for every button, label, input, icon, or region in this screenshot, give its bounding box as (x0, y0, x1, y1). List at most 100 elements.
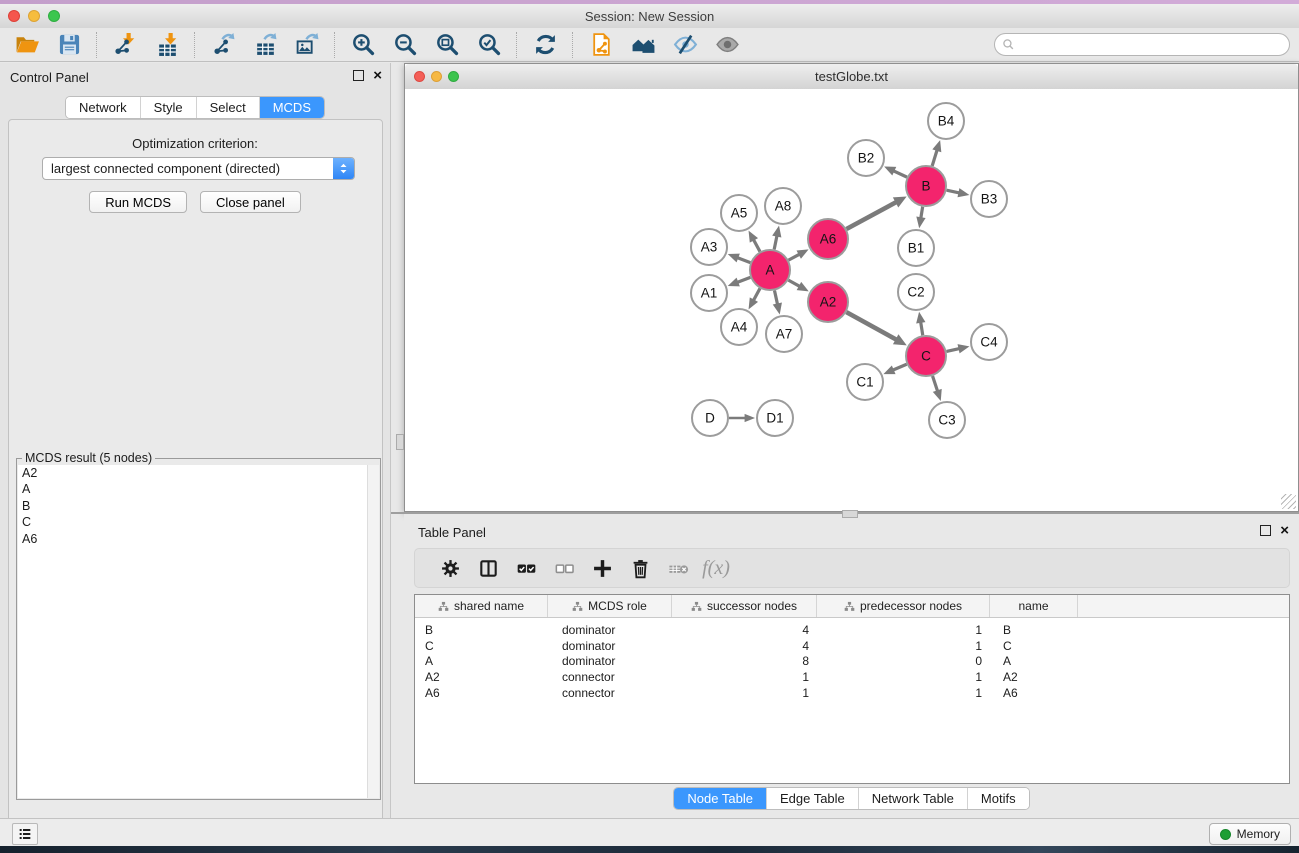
table-close-panel-icon[interactable]: × (1280, 525, 1289, 536)
graph-edge-A-A7[interactable] (773, 291, 782, 315)
table-row[interactable]: Adominator80A (415, 653, 1289, 669)
graph-edge-A-A4[interactable] (749, 288, 760, 309)
graph-node-C2[interactable]: C2 (898, 274, 934, 310)
search-box[interactable] (994, 33, 1290, 56)
refresh-button[interactable] (524, 30, 566, 60)
home-button[interactable] (622, 30, 664, 60)
settings-button[interactable] (431, 552, 469, 584)
graph-node-A8[interactable]: A8 (765, 188, 801, 224)
tab-network-table[interactable]: Network Table (859, 788, 968, 809)
export-network-button[interactable] (202, 30, 244, 60)
graph-node-C1[interactable]: C1 (847, 364, 883, 400)
close-panel-button[interactable]: Close panel (200, 191, 301, 213)
import-table-button[interactable] (146, 30, 188, 60)
graph-node-B1[interactable]: B1 (898, 230, 934, 266)
graph-node-C4[interactable]: C4 (971, 324, 1007, 360)
graph-node-A2[interactable]: A2 (808, 282, 848, 322)
graph-node-B3[interactable]: B3 (971, 181, 1007, 217)
show-all-button[interactable] (706, 30, 748, 60)
run-mcds-button[interactable]: Run MCDS (89, 191, 187, 213)
graph-node-A[interactable]: A (750, 250, 790, 290)
tab-edge-table[interactable]: Edge Table (767, 788, 859, 809)
mcds-result-item[interactable]: A2 (18, 465, 368, 481)
save-session-button[interactable] (48, 30, 90, 60)
graph-edge-A2-C[interactable] (846, 312, 906, 345)
graph-edge-A-A2[interactable] (788, 280, 808, 291)
hide-selected-button[interactable] (664, 30, 706, 60)
task-history-button[interactable] (12, 823, 38, 845)
graph-node-D[interactable]: D (692, 400, 728, 436)
graph-node-C[interactable]: C (906, 336, 946, 376)
delete-column-button[interactable] (621, 552, 659, 584)
column-header-successor-nodes[interactable]: successor nodes (672, 595, 817, 617)
tab-select[interactable]: Select (197, 97, 260, 118)
graph-node-D1[interactable]: D1 (757, 400, 793, 436)
mcds-result-item[interactable]: A (18, 481, 368, 497)
table-float-panel-icon[interactable] (1260, 525, 1271, 536)
import-network-button[interactable] (104, 30, 146, 60)
graph-edge-A6-B[interactable] (846, 196, 906, 229)
column-header-name[interactable]: name (990, 595, 1078, 617)
graph-edge-A-A6[interactable] (789, 249, 809, 260)
graph-node-A6[interactable]: A6 (808, 219, 848, 259)
graph-node-A5[interactable]: A5 (721, 195, 757, 231)
zoom-fit-button[interactable] (426, 30, 468, 60)
float-panel-icon[interactable] (353, 70, 364, 81)
export-image-button[interactable] (286, 30, 328, 60)
graph-edge-A-A8[interactable] (772, 226, 781, 250)
graph-edge-A-A3[interactable] (728, 254, 751, 263)
export-table-button[interactable] (244, 30, 286, 60)
result-scrollbar[interactable] (367, 465, 379, 798)
graph-edge-D-D1[interactable] (729, 414, 755, 422)
graph-node-A7[interactable]: A7 (766, 316, 802, 352)
graph-edge-B-B4[interactable] (932, 140, 941, 166)
graph-edge-B-B3[interactable] (947, 188, 970, 197)
graph-edge-A-A5[interactable] (749, 231, 760, 252)
mcds-result-item[interactable]: C (18, 514, 368, 530)
resize-grip-icon[interactable] (1281, 494, 1296, 509)
table-row[interactable]: Cdominator41C (415, 638, 1289, 654)
left-splitter-handle[interactable] (396, 434, 404, 450)
graph-node-A3[interactable]: A3 (691, 229, 727, 265)
zoom-selected-button[interactable] (468, 30, 510, 60)
mcds-result-item[interactable]: A6 (18, 531, 368, 547)
graph-node-B4[interactable]: B4 (928, 103, 964, 139)
tab-node-table[interactable]: Node Table (674, 788, 767, 809)
close-panel-icon[interactable]: × (373, 70, 382, 81)
graph-node-B2[interactable]: B2 (848, 140, 884, 176)
graph-edge-C-C3[interactable] (933, 376, 942, 401)
memory-button[interactable]: Memory (1209, 823, 1291, 845)
graph-edge-B-B1[interactable] (916, 207, 925, 229)
deselect-all-button[interactable] (545, 552, 583, 584)
tab-network[interactable]: Network (66, 97, 141, 118)
tab-style[interactable]: Style (141, 97, 197, 118)
graph-edge-A-A1[interactable] (728, 277, 751, 286)
tab-mcds[interactable]: MCDS (260, 97, 324, 118)
graph-edge-B-B2[interactable] (884, 166, 907, 177)
criterion-select[interactable]: largest connected component (directed) (42, 157, 355, 180)
graph-edge-C-C4[interactable] (946, 344, 969, 353)
network-file-button[interactable] (580, 30, 622, 60)
graph-node-C3[interactable]: C3 (929, 402, 965, 438)
mcds-result-list[interactable]: A2ABCA6 (18, 465, 368, 798)
column-header-predecessor-nodes[interactable]: predecessor nodes (817, 595, 990, 617)
tab-motifs[interactable]: Motifs (968, 788, 1029, 809)
table-row[interactable]: Bdominator41B (415, 622, 1289, 638)
select-all-button[interactable] (507, 552, 545, 584)
search-input[interactable] (1015, 35, 1289, 55)
network-window-titlebar[interactable]: testGlobe.txt (405, 64, 1298, 90)
add-column-button[interactable] (583, 552, 621, 584)
column-header-shared-name[interactable]: shared name (415, 595, 548, 617)
open-session-button[interactable] (6, 30, 48, 60)
graph-node-A1[interactable]: A1 (691, 275, 727, 311)
table-row[interactable]: A2connector11A2 (415, 669, 1289, 685)
mcds-result-item[interactable]: B (18, 498, 368, 514)
bottom-splitter-handle[interactable] (842, 510, 858, 518)
graph-node-A4[interactable]: A4 (721, 309, 757, 345)
graph-node-B[interactable]: B (906, 166, 946, 206)
graph-edge-C-C1[interactable] (883, 364, 906, 374)
zoom-in-button[interactable] (342, 30, 384, 60)
column-header-mcds-role[interactable]: MCDS role (548, 595, 672, 617)
zoom-out-button[interactable] (384, 30, 426, 60)
table-row[interactable]: A6connector11A6 (415, 685, 1289, 701)
